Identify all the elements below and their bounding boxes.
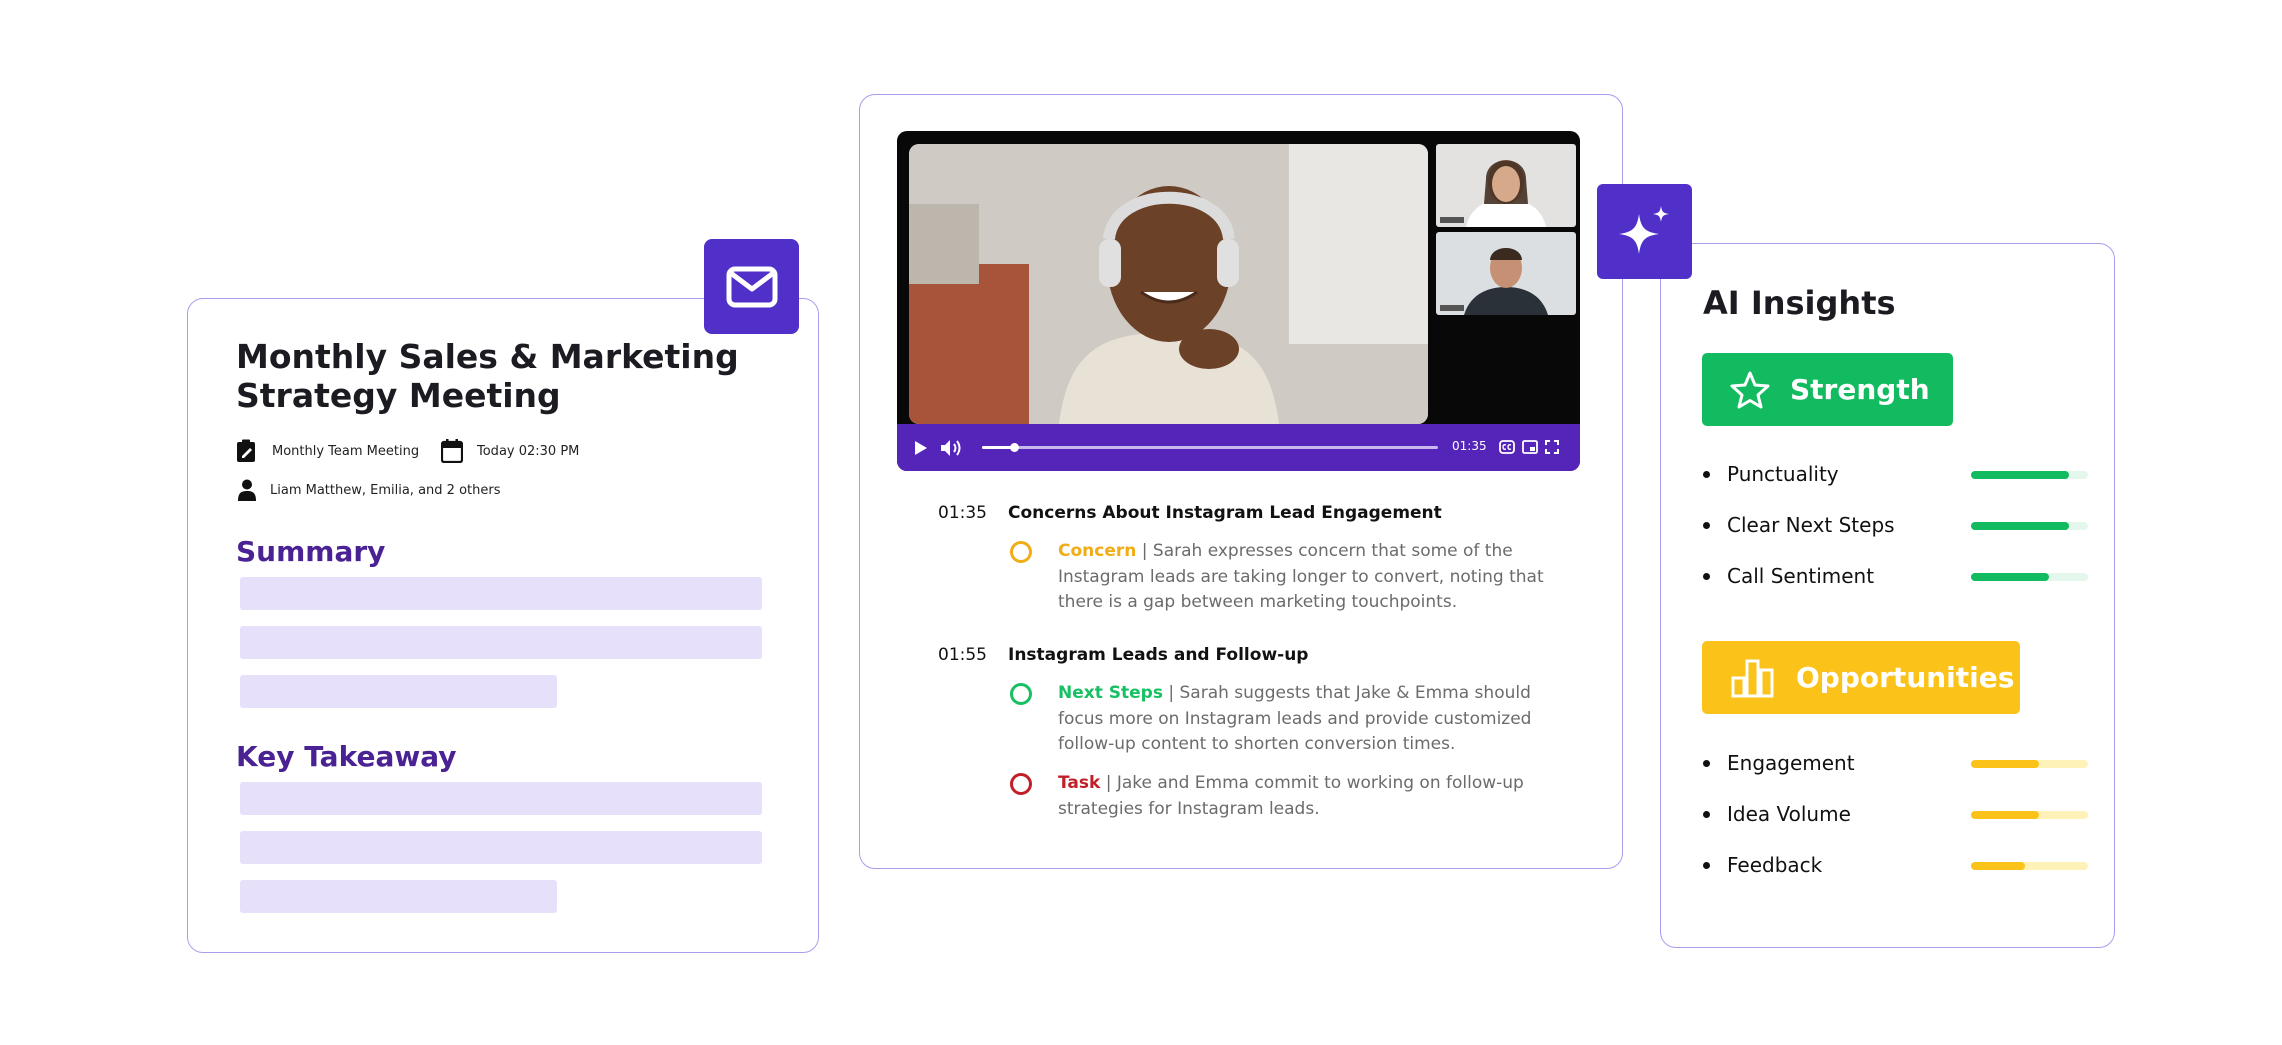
takeaway-heading: Key Takeaway (236, 740, 457, 773)
bullet (1703, 522, 1710, 529)
sparkle-icon (1618, 205, 1669, 254)
metric-label: Call Sentiment (1727, 564, 1875, 588)
timeline-item-text: Next Steps | Sarah suggests that Jake & … (1058, 681, 1548, 758)
strength-badge: Strength (1702, 353, 1953, 426)
speaker-image (909, 144, 1428, 424)
metric-bar (1971, 573, 2088, 581)
attendees: Liam Matthew, Emilia, and 2 others (270, 482, 501, 498)
timeline-title: Instagram Leads and Follow-up (1008, 645, 1309, 665)
metric-bar-fill (1971, 811, 2039, 819)
metric-label: Punctuality (1727, 462, 1839, 486)
ai-insights-title: AI Insights (1703, 284, 1896, 322)
timeline-timestamp[interactable]: 01:55 (938, 645, 987, 665)
bullet (1703, 471, 1710, 478)
participant-thumbnail[interactable] (1436, 144, 1576, 227)
concern-tag: Concern (1058, 541, 1137, 561)
summary-line (240, 626, 762, 659)
takeaway-line (240, 880, 557, 913)
video-controls: 01:35 (897, 424, 1580, 471)
metric-bar-fill (1971, 522, 2070, 530)
timeline-item-text: Task | Jake and Emma commit to working o… (1058, 771, 1548, 822)
video-progress-bar[interactable] (982, 443, 1438, 452)
opportunities-metric: Idea Volume (1703, 800, 2088, 830)
video-card: 01:35 01:35 Concerns About Instagram Lea… (859, 94, 1623, 869)
task-tag: Task (1058, 773, 1101, 793)
volume-icon[interactable] (940, 438, 964, 458)
metric-bar-fill (1971, 862, 2025, 870)
summary-line (240, 675, 557, 708)
opportunities-badge: Opportunities (1702, 641, 2020, 714)
participant-image (1436, 144, 1576, 227)
meeting-type: Monthly Team Meeting (272, 443, 420, 459)
participant-thumbnail[interactable] (1436, 232, 1576, 315)
summary-line (240, 577, 762, 610)
metric-label: Idea Volume (1727, 802, 1851, 826)
task-description: | Jake and Emma commit to working on fol… (1058, 773, 1524, 819)
video-progress-handle[interactable] (1009, 443, 1019, 452)
main-speaker-video[interactable] (909, 144, 1428, 424)
video-player[interactable]: 01:35 (897, 131, 1580, 471)
task-status-icon (1010, 773, 1032, 795)
metric-bar (1971, 811, 2088, 819)
participant-image (1436, 232, 1576, 315)
metric-label: Clear Next Steps (1727, 513, 1895, 537)
opportunities-label: Opportunities (1796, 661, 2015, 694)
metric-bar (1971, 760, 2088, 768)
play-icon[interactable] (914, 440, 928, 456)
metric-bar (1971, 862, 2088, 870)
meeting-datetime: Today 02:30 PM (477, 443, 580, 459)
metric-label: Engagement (1727, 751, 1855, 775)
takeaway-line (240, 782, 762, 815)
metric-bar (1971, 471, 2088, 479)
meeting-type-row: Monthly Team Meeting (236, 439, 419, 463)
strength-metric: Call Sentiment (1703, 562, 2088, 592)
meeting-datetime-row: Today 02:30 PM (441, 439, 579, 463)
summary-heading: Summary (236, 535, 386, 568)
bullet (1703, 862, 1710, 869)
bar-chart-icon (1731, 659, 1774, 697)
metric-bar-fill (1971, 760, 2039, 768)
pip-icon[interactable] (1522, 440, 1538, 454)
star-icon (1730, 371, 1770, 408)
bullet (1703, 811, 1710, 818)
captions-icon[interactable] (1499, 440, 1515, 454)
strength-metric: Clear Next Steps (1703, 511, 2088, 541)
opportunities-metric: Feedback (1703, 851, 2088, 881)
person-icon (238, 479, 256, 501)
bullet (1703, 573, 1710, 580)
fullscreen-icon[interactable] (1545, 440, 1559, 454)
edit-note-icon (237, 439, 255, 462)
video-current-time: 01:35 (1452, 439, 1487, 453)
metric-bar (1971, 522, 2088, 530)
metric-label: Feedback (1727, 853, 1823, 877)
email-button[interactable] (704, 239, 799, 334)
calendar-icon (441, 439, 463, 463)
ai-insights-card: AI Insights Strength Punctuality Clear N… (1660, 243, 2115, 948)
concern-status-icon (1010, 541, 1032, 563)
bullet (1703, 760, 1710, 767)
attendees-row: Liam Matthew, Emilia, and 2 others (238, 479, 500, 501)
meeting-card: Monthly Sales & Marketing Strategy Meeti… (187, 298, 819, 953)
next-steps-tag: Next Steps (1058, 683, 1163, 703)
opportunities-metric: Engagement (1703, 749, 2088, 779)
timeline-item-text: Concern | Sarah expresses concern that s… (1058, 539, 1548, 616)
takeaway-line (240, 831, 762, 864)
mail-icon (726, 266, 777, 307)
metric-bar-fill (1971, 573, 2050, 581)
timeline-timestamp[interactable]: 01:35 (938, 503, 987, 523)
timeline-title: Concerns About Instagram Lead Engagement (1008, 503, 1442, 523)
meeting-title: Monthly Sales & Marketing Strategy Meeti… (236, 337, 739, 415)
strength-metric: Punctuality (1703, 460, 2088, 490)
metric-bar-fill (1971, 471, 2070, 479)
ai-sparkle-button[interactable] (1597, 184, 1692, 279)
strength-label: Strength (1790, 373, 1930, 406)
next-steps-status-icon (1010, 683, 1032, 705)
